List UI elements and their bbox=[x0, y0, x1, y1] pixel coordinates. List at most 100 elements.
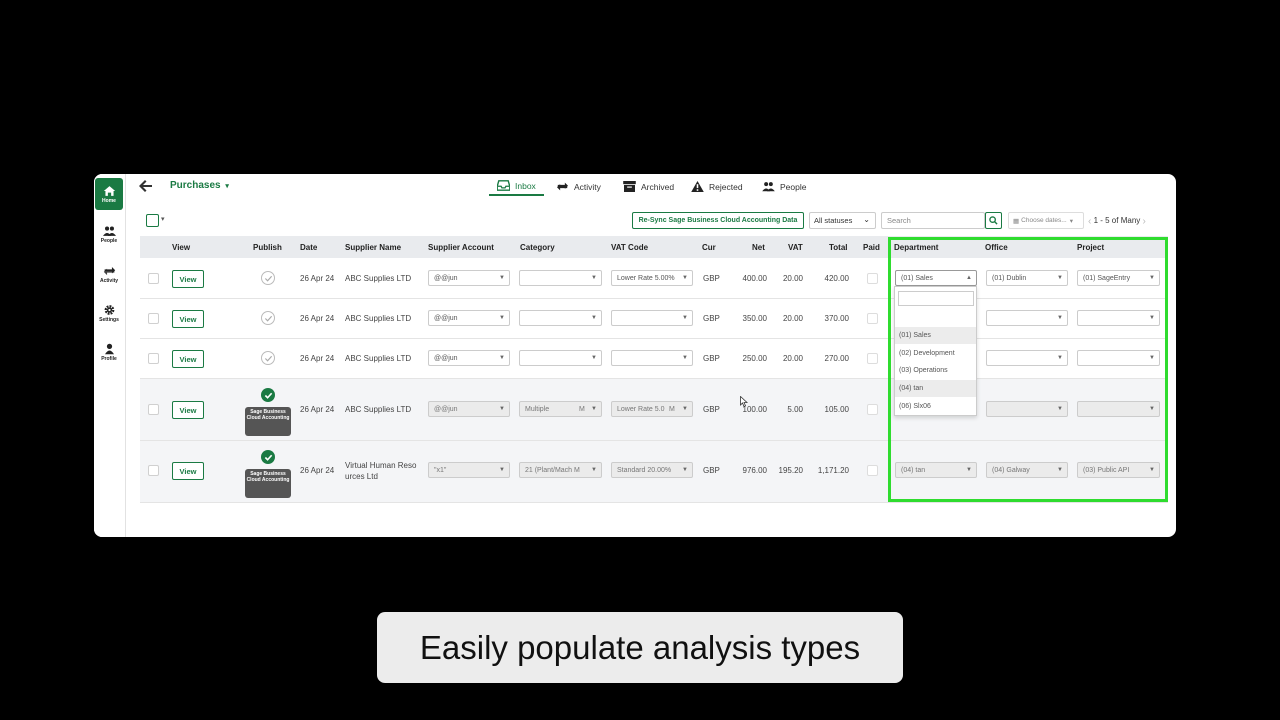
category-select[interactable]: ▼ bbox=[519, 350, 602, 366]
chevron-left-icon[interactable]: ‹ bbox=[1088, 216, 1091, 227]
table-header: View Publish Date Supplier Name Supplier… bbox=[140, 236, 1168, 258]
project-select[interactable]: (01) SageEntry ▼ bbox=[1077, 270, 1160, 286]
office-select: ▼ bbox=[986, 401, 1068, 417]
paid-checkbox[interactable] bbox=[867, 404, 878, 415]
search-icon bbox=[989, 216, 998, 225]
date-cell: 26 Apr 24 bbox=[300, 466, 335, 475]
publish-status[interactable] bbox=[261, 311, 275, 325]
select-all-checkbox[interactable] bbox=[146, 214, 159, 227]
vat-code-select[interactable]: ▼ bbox=[611, 310, 693, 326]
column-header-office: Office bbox=[985, 243, 1008, 252]
check-icon bbox=[264, 315, 272, 322]
office-select[interactable]: ▼ bbox=[986, 350, 1068, 366]
supplier-account-select[interactable]: @@jun ▼ bbox=[428, 270, 510, 286]
dropdown-option[interactable]: (01) Sales bbox=[895, 327, 976, 344]
chevron-right-icon[interactable]: › bbox=[1143, 216, 1146, 227]
date-range-picker[interactable]: ▦ Choose dates... ▾ bbox=[1008, 212, 1084, 229]
chevron-down-icon[interactable]: ▾ bbox=[161, 215, 165, 223]
chevron-down-icon: ▼ bbox=[591, 275, 597, 281]
view-button[interactable]: View bbox=[172, 462, 204, 480]
chevron-down-icon: ▼ bbox=[966, 467, 972, 473]
resync-button[interactable]: Re-Sync Sage Business Cloud Accounting D… bbox=[632, 212, 804, 229]
tab-inbox[interactable]: Inbox bbox=[489, 177, 544, 196]
chevron-down-icon: ▼ bbox=[1057, 355, 1063, 361]
pagination: ‹ 1 - 5 of Many › bbox=[1088, 215, 1146, 227]
vat-cell: 5.00 bbox=[787, 405, 803, 414]
total-cell: 370.00 bbox=[824, 314, 849, 323]
date-cell: 26 Apr 24 bbox=[300, 314, 335, 323]
tab-archived[interactable]: Archived bbox=[623, 177, 674, 196]
arrow-left-icon bbox=[139, 180, 152, 192]
publish-status[interactable] bbox=[261, 351, 275, 365]
dropdown-search-input[interactable] bbox=[898, 291, 974, 306]
vat-code-select[interactable]: Lower Rate 5.00% ▼ bbox=[611, 270, 693, 286]
search-button[interactable] bbox=[985, 212, 1002, 229]
search-input[interactable]: Search bbox=[881, 212, 985, 229]
paid-checkbox[interactable] bbox=[867, 465, 878, 476]
tab-label: Inbox bbox=[515, 180, 536, 191]
date-cell: 26 Apr 24 bbox=[300, 274, 335, 283]
sidebar-item-home[interactable]: Home bbox=[95, 178, 123, 210]
sidebar-item-settings[interactable]: Settings bbox=[94, 297, 124, 329]
row-checkbox[interactable] bbox=[148, 404, 159, 415]
supplier-cell: ABC Supplies LTD bbox=[345, 274, 412, 283]
view-button[interactable]: View bbox=[172, 350, 204, 368]
category-select[interactable]: ▼ bbox=[519, 270, 602, 286]
paid-checkbox[interactable] bbox=[867, 273, 878, 284]
row-checkbox[interactable] bbox=[148, 465, 159, 476]
purchases-menu[interactable]: Purchases ▾ bbox=[170, 180, 229, 191]
sidebar: Home People Activity Settings Profile bbox=[94, 174, 126, 537]
back-button[interactable] bbox=[138, 178, 154, 194]
status-filter-select[interactable]: All statuses ⌄ bbox=[809, 212, 876, 229]
select-value: Lower Rate 5.0 bbox=[617, 405, 665, 413]
supplier-cell: ABC Supplies LTD bbox=[345, 354, 412, 363]
caption-banner: Easily populate analysis types bbox=[377, 612, 903, 683]
column-header-category: Category bbox=[520, 243, 555, 252]
chevron-down-icon: ▼ bbox=[1057, 315, 1063, 321]
sidebar-item-profile[interactable]: Profile bbox=[94, 336, 124, 368]
sidebar-item-people[interactable]: People bbox=[94, 218, 124, 250]
table-row: View 26 Apr 24 ABC Supplies LTD @@jun ▼ ▼… bbox=[140, 339, 1168, 379]
office-select[interactable]: ▼ bbox=[986, 310, 1068, 326]
tab-activity[interactable]: Activity bbox=[556, 177, 601, 196]
chevron-down-icon: ▾ bbox=[1069, 217, 1073, 225]
project-select[interactable]: ▼ bbox=[1077, 350, 1160, 366]
department-select[interactable]: (01) Sales ▲ bbox=[895, 270, 977, 286]
total-cell: 105.00 bbox=[824, 405, 849, 414]
paid-checkbox[interactable] bbox=[867, 353, 878, 364]
column-header-view: View bbox=[172, 243, 191, 252]
supplier-account-select[interactable]: @@jun ▼ bbox=[428, 350, 510, 366]
tab-rejected[interactable]: Rejected bbox=[691, 177, 743, 196]
row-checkbox[interactable] bbox=[148, 353, 159, 364]
sidebar-item-activity[interactable]: Activity bbox=[94, 258, 124, 290]
sage-accounting-badge: Sage Business Cloud Accounting bbox=[245, 407, 291, 436]
published-status bbox=[261, 388, 275, 402]
dropdown-option[interactable]: (03) Operations bbox=[895, 362, 976, 379]
office-select[interactable]: (01) Dublin ▼ bbox=[986, 270, 1068, 286]
category-select: Multiple M ▼ bbox=[519, 401, 602, 417]
view-button[interactable]: View bbox=[172, 270, 204, 288]
supplier-account-select[interactable]: @@jun ▼ bbox=[428, 310, 510, 326]
tab-people[interactable]: People bbox=[762, 177, 806, 196]
total-cell: 270.00 bbox=[824, 354, 849, 363]
publish-status[interactable] bbox=[261, 271, 275, 285]
net-cell: 250.00 bbox=[742, 354, 767, 363]
dropdown-option[interactable]: (04) tan bbox=[895, 380, 976, 397]
row-checkbox[interactable] bbox=[148, 273, 159, 284]
dropdown-option[interactable]: (02) Development bbox=[895, 345, 976, 362]
view-button[interactable]: View bbox=[172, 310, 204, 328]
view-button[interactable]: View bbox=[172, 401, 204, 419]
row-checkbox[interactable] bbox=[148, 313, 159, 324]
dropdown-option[interactable]: (06) Slx06 bbox=[895, 398, 976, 415]
chevron-down-icon: ▼ bbox=[682, 355, 688, 361]
paid-checkbox[interactable] bbox=[867, 313, 878, 324]
category-select[interactable]: ▼ bbox=[519, 310, 602, 326]
tab-label: People bbox=[780, 181, 807, 192]
profile-icon bbox=[104, 343, 114, 354]
gear-icon bbox=[104, 304, 114, 315]
project-select[interactable]: ▼ bbox=[1077, 310, 1160, 326]
category-select: 21 (Plant/Mach M ▼ bbox=[519, 462, 602, 478]
project-select: (03) Public API ▼ bbox=[1077, 462, 1160, 478]
chevron-down-icon: ▼ bbox=[591, 355, 597, 361]
vat-code-select[interactable]: ▼ bbox=[611, 350, 693, 366]
